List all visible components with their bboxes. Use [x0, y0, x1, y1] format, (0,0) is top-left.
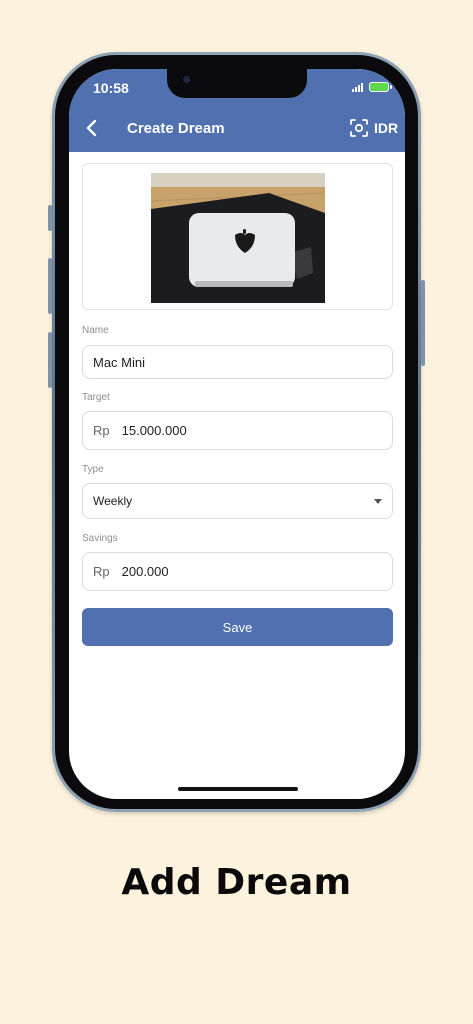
target-value: 15.000.000: [121, 423, 187, 438]
target-prefix: Rp: [93, 423, 110, 438]
type-value: Weekly: [93, 494, 133, 508]
back-icon[interactable]: [81, 117, 103, 139]
signal-icon: [352, 82, 363, 92]
savings-value: 200.000: [121, 564, 169, 579]
page-title: Create Dream: [127, 120, 225, 137]
app-bar: 10:58 Create Dream IDR: [69, 69, 405, 152]
status-time: 10:58: [93, 80, 129, 96]
currency-selector[interactable]: IDR: [374, 120, 398, 136]
save-button[interactable]: Save: [82, 608, 393, 646]
name-label: Name: [82, 325, 109, 336]
image-picker[interactable]: [82, 163, 393, 310]
savings-input[interactable]: Rp 200.000: [82, 552, 393, 591]
target-input[interactable]: Rp 15.000.000: [82, 411, 393, 450]
caption-title: Add Dream: [121, 862, 352, 903]
target-label: Target: [82, 392, 110, 403]
app-screen: 10:58 Create Dream IDR Name Mac Mini Tar…: [69, 69, 405, 799]
savings-label: Savings: [82, 533, 118, 544]
mac-mini-photo: [151, 173, 325, 303]
status-icons: [352, 82, 392, 92]
type-label: Type: [82, 464, 104, 475]
volume-down-button: [48, 332, 52, 388]
scan-icon[interactable]: [350, 119, 368, 137]
dynamic-island: [167, 69, 307, 98]
dropdown-arrow-icon: [374, 498, 382, 504]
action-button: [48, 205, 52, 231]
name-input[interactable]: Mac Mini: [82, 345, 393, 379]
home-indicator[interactable]: [178, 787, 298, 791]
battery-icon: [369, 82, 392, 92]
type-dropdown[interactable]: Weekly: [82, 483, 393, 519]
savings-prefix: Rp: [93, 564, 110, 579]
volume-up-button: [48, 258, 52, 314]
name-value: Mac Mini: [93, 354, 146, 370]
power-button: [421, 280, 425, 366]
camera-icon: [183, 76, 190, 83]
